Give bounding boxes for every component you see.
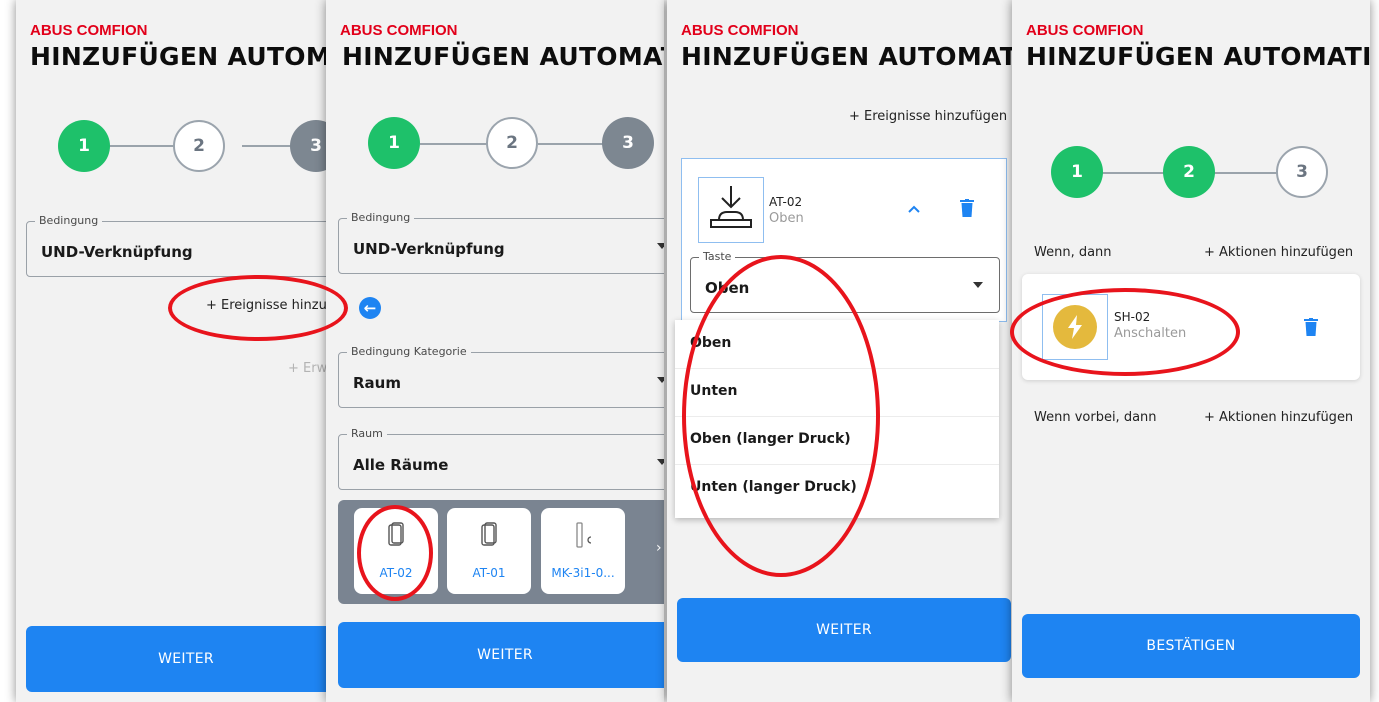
chevron-down-icon — [973, 282, 983, 288]
menu-item-oben[interactable]: Oben — [675, 320, 999, 369]
key-dropdown-menu: Oben Unten Oben (langer Druck) Unten (la… — [675, 320, 999, 518]
brand-logo: ABUS COMFION — [1026, 22, 1144, 39]
condition-label: Bedingung — [35, 214, 103, 228]
add-actions-link[interactable]: + Aktionen hinzufügen — [1204, 245, 1353, 260]
lightning-bolt-icon — [1068, 315, 1082, 339]
next-button[interactable]: WEITER — [338, 622, 664, 688]
chevron-down-icon — [657, 459, 664, 465]
action-device-state: Anschalten — [1114, 326, 1187, 341]
device-thumbnail — [1042, 294, 1108, 360]
device-carousel: AT-02 AT-01 MK-3i1-0... › — [338, 500, 664, 604]
step-3-indicator: 3 — [1276, 146, 1328, 198]
add-events-link[interactable]: + Ereignisse hinzufügen — [849, 109, 1007, 124]
step-2-indicator: 2 — [173, 120, 225, 172]
step-2-indicator: 2 — [486, 117, 538, 169]
chevron-up-icon[interactable] — [907, 204, 921, 214]
menu-item-unten[interactable]: Unten — [675, 368, 999, 417]
device-state: Oben — [769, 211, 804, 226]
menu-item-label: Oben — [690, 335, 732, 351]
chevron-right-icon[interactable]: › — [656, 540, 662, 556]
page-title: HINZUFÜGEN AUTOMATI — [30, 42, 332, 71]
menu-item-unten-long[interactable]: Unten (langer Druck) — [675, 464, 999, 512]
screen-1-condition: ABUS COMFION HINZUFÜGEN AUTOMATI 1 2 3 B… — [16, 0, 332, 702]
step-connector — [1214, 172, 1280, 174]
condition-category-value: Raum — [353, 374, 401, 392]
event-card: AT-02 Oben Taste Oben — [681, 158, 1007, 322]
condition-category-select[interactable]: Bedingung Kategorie Raum — [338, 345, 664, 408]
key-select[interactable]: Taste Oben — [690, 250, 1000, 313]
step-connector — [538, 143, 608, 145]
screen-3-event-key: ABUS COMFION HINZUFÜGEN AUTOMATION + Ere… — [667, 0, 1012, 702]
next-button[interactable]: WEITER — [677, 598, 1011, 662]
device-thumbnail — [698, 177, 764, 243]
action-card: SH-02 Anschalten — [1022, 274, 1360, 380]
remote-control-icon — [481, 522, 497, 546]
brand-logo: ABUS COMFION — [340, 22, 458, 39]
menu-item-oben-long[interactable]: Oben (langer Druck) — [675, 416, 999, 465]
condition-category-label: Bedingung Kategorie — [347, 345, 471, 359]
room-select[interactable]: Raum Alle Räume — [338, 427, 664, 490]
step-3-indicator: 3 — [602, 117, 654, 169]
condition-value: UND-Verknüpfung — [353, 240, 505, 258]
chevron-down-icon — [657, 243, 664, 249]
device-name: AT-02 — [769, 195, 803, 209]
condition-value: UND-Verknüpfung — [41, 243, 193, 261]
condition-select[interactable]: Bedingung UND-Verknüpfung — [26, 214, 332, 277]
confirm-button[interactable]: BESTÄTIGEN — [1022, 614, 1360, 678]
add-events-link[interactable]: + Ereignisse hinzuf — [206, 298, 331, 313]
device-tile-label: AT-01 — [472, 566, 506, 580]
condition-select[interactable]: Bedingung UND-Verknüpfung — [338, 211, 664, 274]
device-tile-at-02[interactable]: AT-02 — [354, 508, 438, 594]
step-connector — [1102, 172, 1168, 174]
add-actions-link-2[interactable]: + Aktionen hinzufügen — [1204, 410, 1353, 425]
device-tile-label: AT-02 — [379, 566, 413, 580]
step-1-indicator: 1 — [368, 117, 420, 169]
key-value: Oben — [705, 279, 750, 297]
trash-icon[interactable] — [960, 199, 974, 217]
brand-logo: ABUS COMFION — [681, 22, 799, 39]
trash-icon[interactable] — [1304, 318, 1318, 336]
menu-item-label: Unten — [690, 383, 738, 399]
door-contact-icon — [576, 522, 592, 548]
advanced-link[interactable]: + Erw — [288, 361, 327, 376]
menu-item-label: Oben (langer Druck) — [690, 431, 851, 447]
action-device-name: SH-02 — [1114, 310, 1151, 324]
page-title: HINZUFÜGEN AUTOMATION — [1026, 42, 1370, 71]
step-1-indicator: 1 — [1051, 146, 1103, 198]
back-arrow-icon[interactable]: ← — [359, 297, 381, 319]
key-label: Taste — [699, 250, 736, 264]
screen-4-actions: ABUS COMFION HINZUFÜGEN AUTOMATION 1 2 3… — [1012, 0, 1370, 702]
device-tile-label: MK-3i1-0... — [551, 566, 615, 580]
when-over-then-label: Wenn vorbei, dann — [1034, 410, 1157, 425]
next-button[interactable]: WEITER — [26, 626, 332, 692]
step-connector — [420, 143, 490, 145]
step-2-indicator: 2 — [1163, 146, 1215, 198]
screen-2-condition-category: ABUS COMFION HINZUFÜGEN AUTOMATION 1 2 3… — [326, 0, 664, 702]
page-title: HINZUFÜGEN AUTOMATION — [681, 42, 1012, 71]
menu-item-label: Unten (langer Druck) — [690, 479, 857, 495]
chevron-down-icon — [657, 377, 664, 383]
when-then-label: Wenn, dann — [1034, 245, 1112, 260]
brand-logo: ABUS COMFION — [30, 22, 148, 39]
remote-control-icon — [388, 522, 404, 546]
device-tile-at-01[interactable]: AT-01 — [447, 508, 531, 594]
push-button-icon — [710, 186, 752, 228]
page-title: HINZUFÜGEN AUTOMATION — [342, 42, 664, 71]
room-label: Raum — [347, 427, 387, 441]
step-1-indicator: 1 — [58, 120, 110, 172]
condition-label: Bedingung — [347, 211, 415, 225]
device-tile-mk[interactable]: MK-3i1-0... — [541, 508, 625, 594]
room-value: Alle Räume — [353, 456, 449, 474]
